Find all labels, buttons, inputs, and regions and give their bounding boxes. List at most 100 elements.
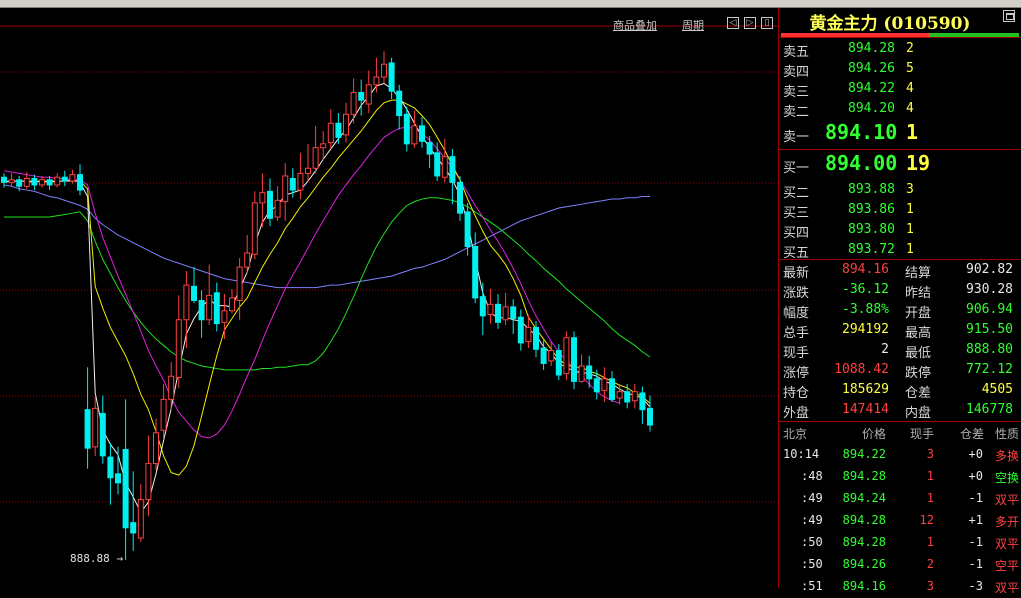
bid-price: 894.00 <box>825 151 898 175</box>
stat-label: 总手 <box>783 326 810 341</box>
candle-down <box>396 90 403 117</box>
bid-price: 893.88 <box>848 182 895 197</box>
candle-up <box>274 199 281 218</box>
bid-volume: 3 <box>906 182 914 197</box>
stat-value: 1088.42 <box>834 362 889 377</box>
candle-up <box>312 147 319 169</box>
stat-label: 现手 <box>783 346 810 361</box>
stat-value: 147414 <box>842 402 889 417</box>
candle-down <box>472 246 479 299</box>
stat-label: 持仓 <box>783 386 810 401</box>
candle-up <box>221 310 228 323</box>
stat-row: 涨停 1088.42 跌停 772.12 <box>779 360 1021 381</box>
ask-row: 卖一 894.10 1 <box>779 120 1021 145</box>
tick-time: :49 <box>801 513 823 527</box>
bid-volume: 1 <box>906 202 914 217</box>
ask-row: 卖二 894.20 4 <box>779 99 1021 120</box>
candlestick-chart[interactable] <box>0 8 779 588</box>
ask-volume: 4 <box>906 101 914 116</box>
stat-label: 涨跌 <box>783 286 810 301</box>
tick-header: 性质 <box>994 427 1019 441</box>
candle-up <box>373 76 380 86</box>
ask-label: 卖二 <box>783 105 810 120</box>
candle-up <box>92 407 99 448</box>
candle-down <box>191 285 197 301</box>
tick-price: 894.22 <box>842 447 886 461</box>
candle-up <box>327 122 334 144</box>
tick-header: 仓差 <box>959 427 984 441</box>
ask-label: 卖五 <box>783 45 810 60</box>
ask-volume: 2 <box>906 41 914 56</box>
prev-icon[interactable]: ◁ <box>727 17 739 29</box>
tick-time: :50 <box>801 557 823 571</box>
candle-up <box>631 391 638 402</box>
ask-row: 卖四 894.26 5 <box>779 59 1021 80</box>
stat-label: 最低 <box>905 346 932 361</box>
overlay-commodity-link[interactable]: 商品叠加 <box>613 17 657 33</box>
stat-value: 2 <box>881 342 889 357</box>
candle-down <box>639 392 646 411</box>
ask-row: 卖三 894.22 4 <box>779 79 1021 100</box>
bid-volume: 1 <box>906 242 914 257</box>
tick-oi-change: +1 <box>968 513 983 527</box>
candle-down <box>84 409 91 449</box>
candle-down <box>426 142 433 155</box>
stat-label: 开盘 <box>905 306 932 321</box>
candle-down <box>555 350 562 376</box>
stat-label: 涨停 <box>783 366 810 381</box>
candle-up <box>160 398 167 431</box>
stat-row: 现手 2 最低 888.80 <box>779 340 1021 361</box>
bid-label: 买四 <box>783 226 810 241</box>
candle-up <box>229 297 235 312</box>
stat-row: 外盘 147414 内盘 146778 <box>779 400 1021 421</box>
candle-up <box>320 143 327 149</box>
tick-oi-change: -1 <box>968 491 983 505</box>
divider-line <box>779 37 1021 38</box>
candle-up <box>525 326 532 343</box>
next-icon[interactable]: ▷ <box>744 17 756 29</box>
stat-value: 930.28 <box>966 282 1013 297</box>
stat-value: 185629 <box>842 382 889 397</box>
tick-price: 894.16 <box>842 579 886 593</box>
candle-up <box>153 432 159 465</box>
candle-up <box>365 84 372 105</box>
tick-price: 894.26 <box>842 557 886 571</box>
candle-up <box>244 252 251 268</box>
min-price-marker: 888.88 → <box>70 551 123 565</box>
period-link[interactable]: 周期 <box>682 17 704 33</box>
stat-label: 最高 <box>905 326 932 341</box>
tick-volume: 3 <box>926 447 934 461</box>
tick-row: :49 894.24 1 -1 双平 <box>779 488 1021 510</box>
candle-down <box>624 391 631 403</box>
bid-price: 893.86 <box>848 202 895 217</box>
bid-label: 买二 <box>783 186 810 201</box>
candle-down <box>267 190 273 219</box>
tick-row: :48 894.28 1 +0 空换 <box>779 466 1021 488</box>
tick-time: :49 <box>801 491 823 505</box>
tick-nature: 双平 <box>994 537 1019 551</box>
tick-volume: 1 <box>926 491 934 505</box>
candle-down <box>479 296 486 317</box>
candle-up <box>578 365 585 382</box>
candle-down <box>31 178 38 186</box>
candle-up <box>502 306 509 321</box>
candle-up <box>305 167 311 174</box>
candle-down <box>1 176 7 183</box>
tick-oi-change: +0 <box>968 447 983 461</box>
candle-down <box>434 152 441 177</box>
candle-up <box>343 113 349 136</box>
candle-up <box>441 156 448 178</box>
panel-toggle-icon[interactable]: ▯ <box>761 17 773 29</box>
stat-label: 最新 <box>783 266 810 281</box>
restore-window-icon[interactable] <box>1003 10 1015 22</box>
stat-label: 内盘 <box>905 406 932 421</box>
tick-nature: 多开 <box>994 515 1019 529</box>
candle-down <box>115 473 121 484</box>
panel-title-row: 黄金主力 (010590) <box>779 8 1021 34</box>
candle-down <box>571 337 577 382</box>
stat-value: 294192 <box>842 322 889 337</box>
candle-down <box>130 522 137 534</box>
candle-up <box>350 91 357 115</box>
candle-up <box>8 179 15 183</box>
stat-value: 915.50 <box>966 322 1013 337</box>
